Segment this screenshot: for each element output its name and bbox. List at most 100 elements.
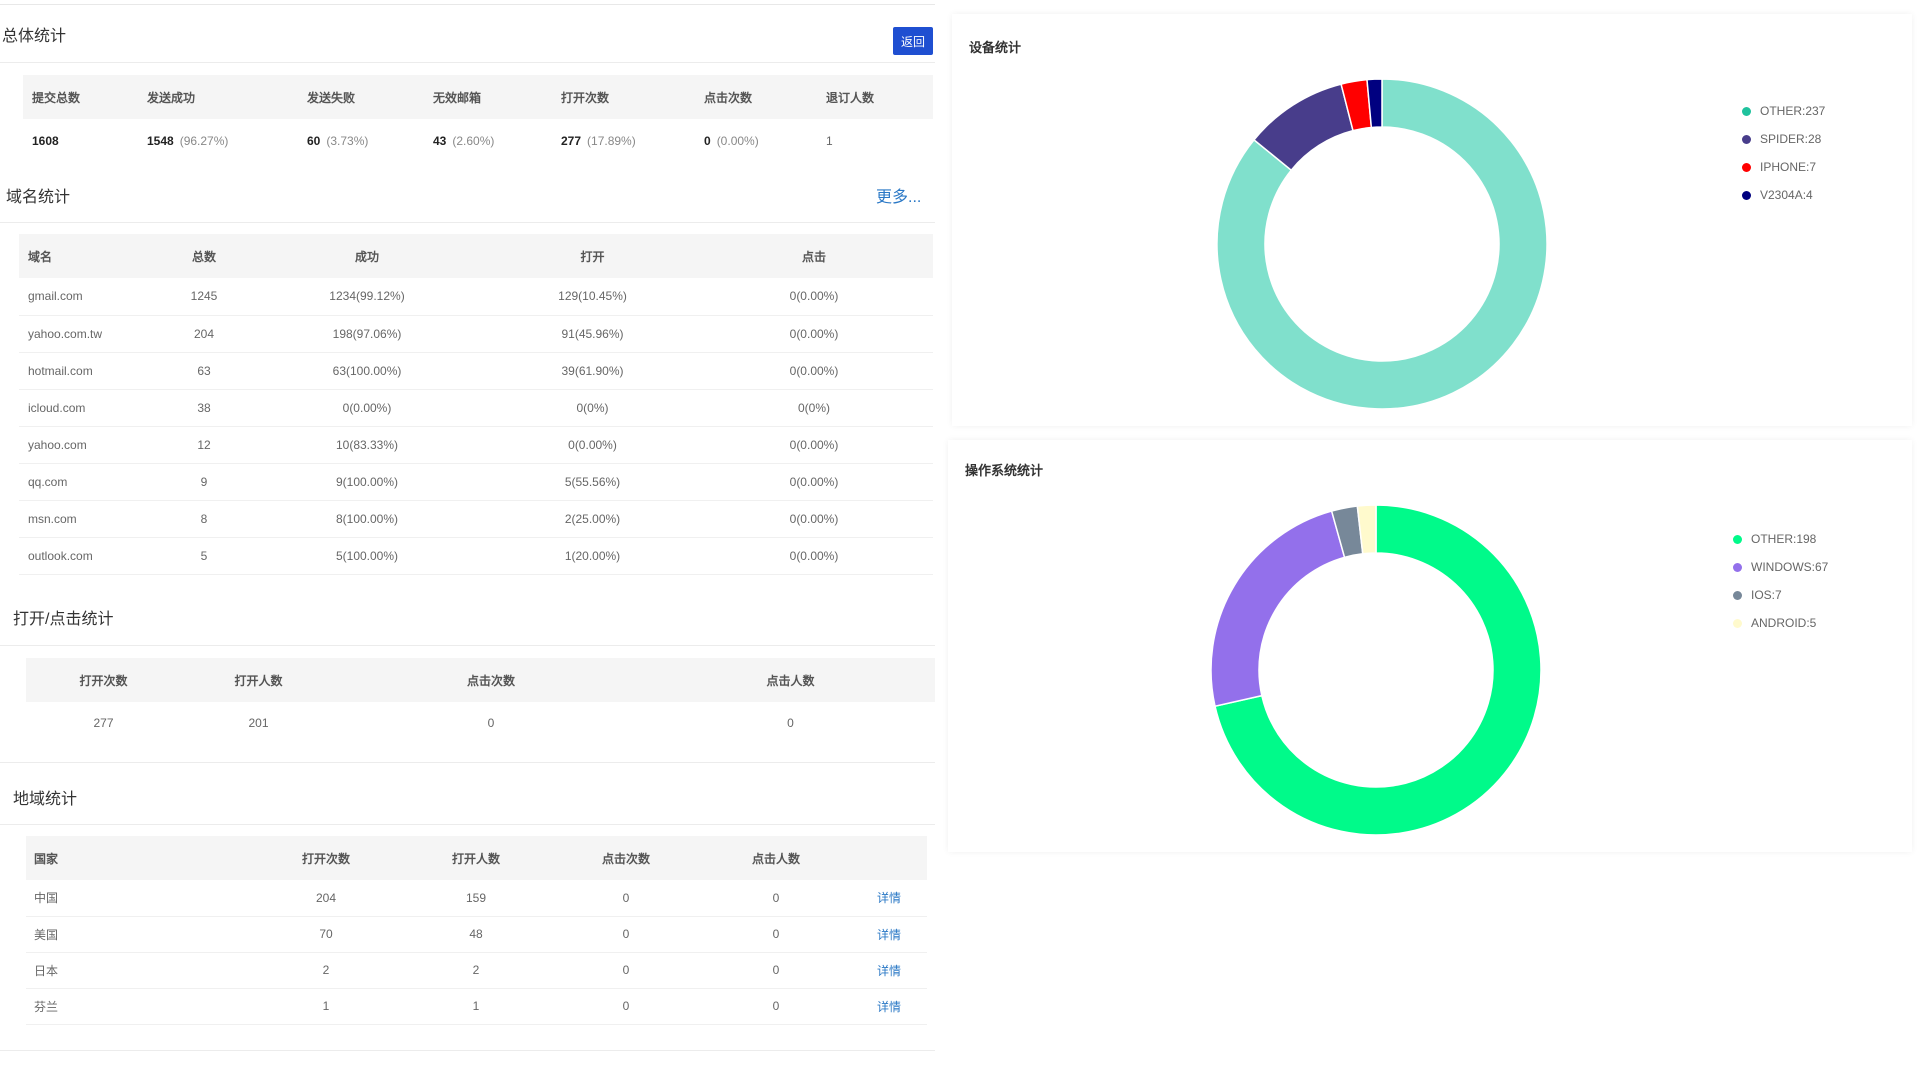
detail-link[interactable]: 详情 (877, 891, 901, 905)
domain-name-cell: msn.com (19, 500, 164, 538)
stats-right-column: 设备统计 OTHER:237 SPIDER:28 IPHONE:7 V2304A:4 … (948, 0, 1920, 1080)
domain-cell: 9 (164, 463, 244, 501)
domain-cell: 1234(99.12%) (244, 278, 490, 316)
legend-dot-icon (1742, 106, 1751, 116)
legend-item[interactable]: OTHER:237 (1742, 97, 1825, 125)
donut-slice-windows[interactable] (1210, 510, 1346, 708)
summary-value: 277 (561, 134, 582, 148)
region-country-cell: 日本 (26, 952, 251, 989)
region-row: 美国 70 48 0 0 详情 (26, 916, 927, 953)
legend-dot-icon (1742, 190, 1751, 200)
region-header: 打开次数 (251, 836, 401, 880)
detail-link[interactable]: 详情 (877, 928, 901, 942)
summary-header: 发送失败 (298, 75, 424, 119)
legend-item[interactable]: OTHER:198 (1733, 525, 1828, 553)
domain-cell: 0(0.00%) (695, 463, 933, 501)
region-detail-cell: 详情 (851, 952, 927, 989)
domain-cell: 8(100.00%) (244, 500, 490, 538)
summary-cell: 43 (2.60%) (424, 119, 552, 163)
domain-row: yahoo.com.tw 204 198(97.06%) 91(45.96%) 0(0.… (19, 315, 933, 353)
region-table: 国家 打开次数 打开人数 点击次数 点击人数 中国 204 159 0 0 详情 美国 70 4… (26, 836, 927, 1025)
legend-dot-icon (1733, 562, 1742, 572)
domain-header: 域名 (19, 234, 164, 278)
domain-cell: 0(0.00%) (695, 278, 933, 316)
legend-label: WINDOWS:67 (1751, 560, 1829, 574)
os-legend: OTHER:198 WINDOWS:67 IOS:7 ANDROID:5 (1733, 525, 1828, 637)
open-click-cell: 0 (487, 716, 495, 730)
back-button[interactable]: 返回 (893, 27, 933, 55)
detail-link[interactable]: 详情 (877, 1000, 901, 1014)
domain-cell: 91(45.96%) (490, 315, 695, 353)
legend-item[interactable]: SPIDER:28 (1742, 125, 1825, 153)
domain-name-cell: hotmail.com (19, 352, 164, 390)
summary-header-row: 提交总数 发送成功 发送失败 无效邮箱 打开次数 点击次数 退订人数 (23, 75, 933, 119)
domain-cell: 0(0.00%) (695, 537, 933, 575)
region-title: 地域统计 (13, 791, 78, 808)
region-row: 中国 204 159 0 0 详情 (26, 880, 927, 917)
summary-value: 1548 (147, 134, 174, 148)
domain-cell: 0(0.00%) (695, 352, 933, 390)
domain-header: 点击 (695, 234, 933, 278)
detail-link[interactable]: 详情 (877, 964, 901, 978)
domain-cell: 5(100.00%) (244, 537, 490, 575)
domain-name-cell: qq.com (19, 463, 164, 501)
domain-header-row: 域名 总数 成功 打开 点击 (19, 234, 933, 278)
legend-dot-icon (1733, 534, 1742, 544)
open-click-cell: 0 (787, 716, 794, 730)
summary-header: 点击次数 (695, 75, 817, 119)
domain-cell: 1245 (164, 278, 244, 316)
legend-item[interactable]: V2304A:4 (1742, 181, 1825, 209)
summary-percent: (3.73%) (326, 134, 369, 148)
region-country-cell: 中国 (26, 880, 251, 917)
legend-dot-icon (1742, 134, 1751, 144)
summary-cell: 0 (0.00%) (695, 119, 817, 163)
domain-cell: 5(55.56%) (490, 463, 695, 501)
region-cell: 0 (701, 916, 851, 953)
summary-cell: 277 (17.89%) (552, 119, 695, 163)
region-cell: 48 (401, 916, 551, 953)
region-bottom-divider (0, 1050, 935, 1051)
region-cell: 1 (401, 988, 551, 1025)
summary-value: 0 (704, 134, 711, 148)
open-click-header: 打开次数 (26, 658, 181, 702)
domain-table: 域名 总数 成功 打开 点击 gmail.com 1245 1234(99.12%)… (19, 234, 933, 575)
summary-header: 退订人数 (817, 75, 933, 119)
region-divider (0, 824, 935, 825)
domain-row: qq.com 9 9(100.00%) 5(55.56%) 0(0.00%) (19, 463, 933, 501)
more-link[interactable]: 更多... (876, 183, 921, 207)
open-click-cell: 201 (248, 716, 269, 730)
summary-percent: (0.00%) (716, 134, 759, 148)
region-country-cell: 芬兰 (26, 988, 251, 1025)
region-cell: 0 (701, 880, 851, 917)
summary-value: 60 (307, 134, 321, 148)
os-donut-chart (1210, 504, 1542, 836)
region-detail-cell: 详情 (851, 988, 927, 1025)
summary-table: 提交总数 发送成功 发送失败 无效邮箱 打开次数 点击次数 退订人数 1608 … (23, 75, 933, 163)
summary-divider (0, 62, 935, 63)
open-click-header: 点击次数 (336, 658, 646, 702)
top-divider (0, 4, 935, 5)
domain-row: hotmail.com 63 63(100.00%) 39(61.90%) 0(0.00… (19, 352, 933, 390)
region-cell: 2 (251, 952, 401, 989)
domain-cell: 38 (164, 389, 244, 427)
domain-header: 打开 (490, 234, 695, 278)
region-header: 点击次数 (551, 836, 701, 880)
legend-label: ANDROID:5 (1751, 616, 1817, 630)
domain-cell: 0(0.00%) (490, 426, 695, 464)
legend-item[interactable]: IOS:7 (1733, 581, 1828, 609)
legend-item[interactable]: ANDROID:5 (1733, 609, 1828, 637)
legend-item[interactable]: WINDOWS:67 (1733, 553, 1828, 581)
legend-label: IOS:7 (1751, 588, 1782, 602)
legend-item[interactable]: IPHONE:7 (1742, 153, 1825, 181)
summary-cell: 60 (3.73%) (298, 119, 424, 163)
region-header: 打开人数 (401, 836, 551, 880)
device-chart-title: 设备统计 (969, 40, 1022, 55)
open-click-bottom-divider (0, 762, 935, 763)
open-click-row: 277 201 0 0 (26, 702, 935, 744)
domain-name-cell: yahoo.com.tw (19, 315, 164, 353)
legend-label: V2304A:4 (1760, 188, 1813, 202)
domain-cell: 39(61.90%) (490, 352, 695, 390)
domain-name-cell: outlook.com (19, 537, 164, 575)
domain-cell: 10(83.33%) (244, 426, 490, 464)
open-click-title: 打开/点击统计 (13, 611, 114, 628)
